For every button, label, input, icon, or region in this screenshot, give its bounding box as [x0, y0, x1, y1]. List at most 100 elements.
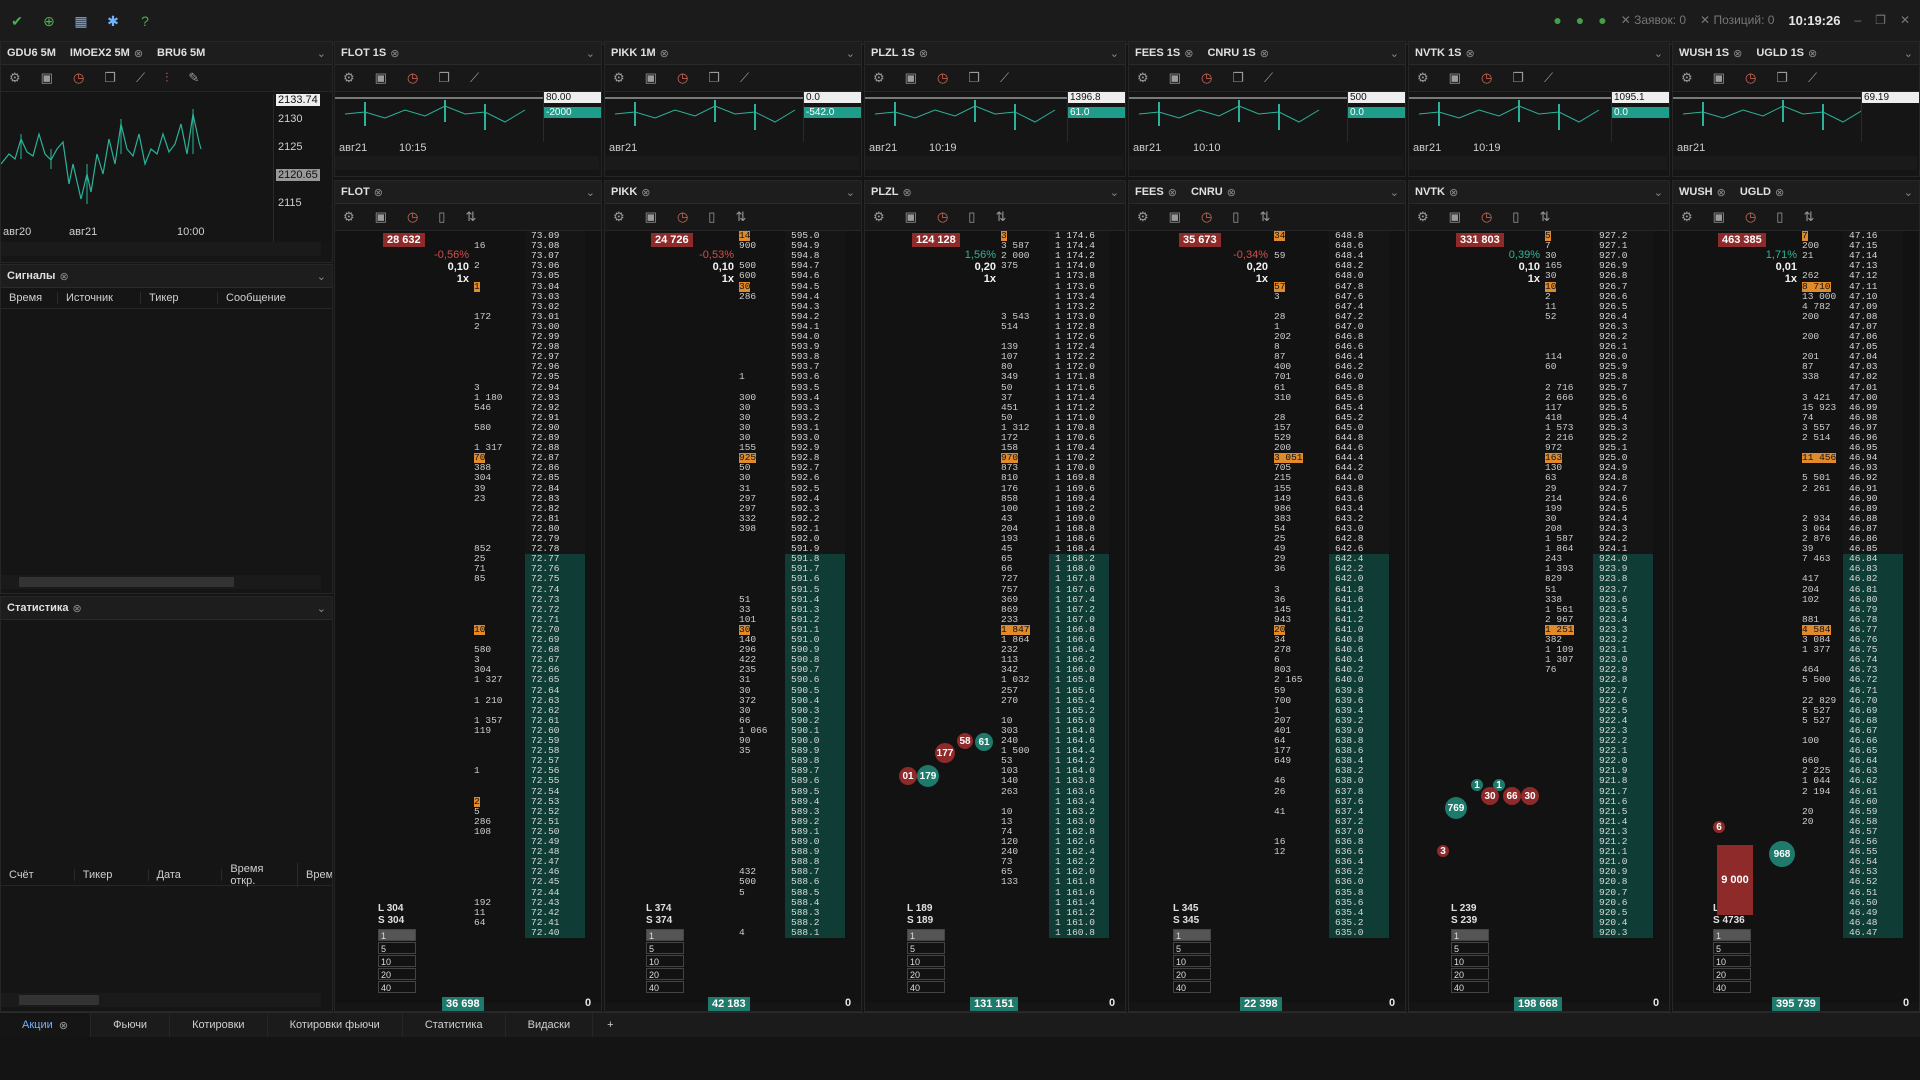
- briefcase-icon[interactable]: ▣: [645, 209, 657, 225]
- close-tab-icon[interactable]: ⊗: [1449, 186, 1458, 199]
- chevron-down-icon[interactable]: ⌄: [1654, 47, 1663, 60]
- ladder[interactable]: 927.2 927.1 927.0 926.9 926.8 926.7 926.6 926.5…: [1409, 231, 1669, 1003]
- price-level[interactable]: 635.0: [1335, 927, 1364, 938]
- price-level[interactable]: 646.0: [1335, 372, 1364, 382]
- ladder[interactable]: 1 174.6 1 174.4 1 174.2 1 174.0 1 173.8 1 173…: [865, 231, 1125, 1003]
- price-level[interactable]: 72.85: [531, 473, 560, 483]
- ladder[interactable]: 73.09 73.08 73.07 73.06 73.05 73.04 73.03 73.02…: [335, 231, 601, 1003]
- restore-icon[interactable]: ❐: [1875, 13, 1886, 27]
- tab-futures-quotes[interactable]: Котировки фьючи: [268, 1013, 403, 1037]
- size-option[interactable]: 10: [907, 955, 945, 967]
- copy-icon[interactable]: ❐: [1512, 70, 1524, 86]
- line-tool-icon[interactable]: ⟋: [136, 70, 145, 86]
- price-level[interactable]: 47.12: [1849, 271, 1878, 281]
- price-level[interactable]: 591.6: [791, 574, 820, 584]
- chevron-down-icon[interactable]: ⌄: [846, 47, 855, 60]
- briefcase-icon[interactable]: ▣: [905, 209, 917, 225]
- size-option[interactable]: 20: [646, 968, 684, 980]
- size-option[interactable]: 10: [1713, 955, 1751, 967]
- price-level[interactable]: 47.02: [1849, 372, 1878, 382]
- price-level[interactable]: 1 171.8: [1055, 372, 1095, 382]
- line-tool-icon[interactable]: ⟋: [740, 70, 749, 86]
- price-level[interactable]: 1 160.8: [1055, 927, 1095, 938]
- settings-icon[interactable]: ⚙: [9, 70, 21, 86]
- size-option[interactable]: 40: [646, 981, 684, 993]
- copy-icon[interactable]: ❐: [1776, 70, 1788, 86]
- clock-icon[interactable]: ◷: [1201, 70, 1212, 86]
- document-icon[interactable]: ▯: [708, 209, 715, 225]
- size-option[interactable]: 20: [907, 968, 945, 980]
- settings-icon[interactable]: ⚙: [343, 70, 355, 86]
- book-tab[interactable]: PIKK: [611, 186, 637, 198]
- clock-icon[interactable]: ◷: [407, 209, 418, 225]
- price-level[interactable]: 590.6: [791, 675, 820, 685]
- scrollbar[interactable]: [1409, 156, 1667, 170]
- size-option[interactable]: 40: [1173, 981, 1211, 993]
- ladder[interactable]: 595.0 594.9 594.8 594.7 594.6 594.5 594.4 594.3…: [605, 231, 861, 1003]
- gear-icon[interactable]: ✱: [104, 12, 122, 30]
- size-option[interactable]: 1: [1173, 929, 1211, 941]
- clock-icon[interactable]: ◷: [73, 70, 84, 86]
- clock-icon[interactable]: ◷: [677, 209, 688, 225]
- close-tab-icon[interactable]: ⊗: [1775, 186, 1784, 199]
- scrollbar[interactable]: [1, 242, 321, 256]
- close-tab-icon[interactable]: ⊗: [73, 602, 82, 615]
- chart-tab[interactable]: IMOEX2 5M: [70, 47, 130, 59]
- size-selector[interactable]: 1 5 10 20 40: [1713, 929, 1751, 994]
- size-option[interactable]: 20: [1173, 968, 1211, 980]
- book-tab[interactable]: CNRU: [1191, 186, 1223, 198]
- pen-icon[interactable]: ✎: [188, 70, 199, 86]
- price-level[interactable]: 1 161.8: [1055, 877, 1095, 887]
- document-icon[interactable]: ▯: [968, 209, 975, 225]
- price-level[interactable]: 638.0: [1335, 776, 1364, 786]
- size-option[interactable]: 40: [378, 981, 416, 993]
- close-tab-icon[interactable]: ⊗: [1733, 47, 1742, 60]
- mini-chart[interactable]: [335, 92, 543, 142]
- scrollbar[interactable]: [605, 156, 859, 170]
- indicator-icon[interactable]: ⫶: [165, 70, 168, 86]
- ladder[interactable]: 47.16 47.15 47.14 47.13 47.12 47.11 47.10 47.09…: [1673, 231, 1919, 1003]
- column-header[interactable]: Источник: [58, 292, 141, 304]
- price-level[interactable]: 636.0: [1335, 877, 1364, 887]
- add-icon[interactable]: ⊕: [40, 12, 58, 30]
- copy-icon[interactable]: ❐: [708, 70, 720, 86]
- price-level[interactable]: 588.6: [791, 877, 820, 887]
- size-option[interactable]: 1: [378, 929, 416, 941]
- size-option[interactable]: 1: [1451, 929, 1489, 941]
- line-tool-icon[interactable]: ⟋: [1000, 70, 1009, 86]
- price-level[interactable]: 1 167.8: [1055, 574, 1095, 584]
- column-header[interactable]: Тикер: [141, 292, 218, 304]
- clock-icon[interactable]: ◷: [1481, 209, 1492, 225]
- clock-icon[interactable]: ◷: [1201, 209, 1212, 225]
- size-option[interactable]: 5: [378, 942, 416, 954]
- orders-count[interactable]: ✕ Заявок: 0: [1621, 13, 1686, 27]
- chart-tab[interactable]: WUSH 1S: [1679, 47, 1729, 59]
- chevron-down-icon[interactable]: ⌄: [586, 47, 595, 60]
- size-option[interactable]: 5: [646, 942, 684, 954]
- chart-tab[interactable]: BRU6 5M: [157, 47, 205, 59]
- sort-icon[interactable]: ⇅: [1539, 209, 1550, 225]
- price-level[interactable]: 73.05: [531, 271, 560, 281]
- size-option[interactable]: 1: [1713, 929, 1751, 941]
- size-option[interactable]: 40: [1713, 981, 1751, 993]
- size-option[interactable]: 20: [1713, 968, 1751, 980]
- add-tab-button[interactable]: +: [593, 1019, 627, 1031]
- mini-chart[interactable]: [865, 92, 1067, 142]
- briefcase-icon[interactable]: ▣: [1713, 209, 1725, 225]
- size-option[interactable]: 20: [378, 968, 416, 980]
- tab-stocks[interactable]: Акции ⊗: [0, 1013, 92, 1037]
- help-icon[interactable]: ?: [136, 12, 154, 30]
- scrollbar[interactable]: [1, 993, 321, 1007]
- price-level[interactable]: 46.82: [1849, 574, 1878, 584]
- scrollbar[interactable]: [1673, 156, 1917, 170]
- column-header[interactable]: Врем: [298, 869, 332, 881]
- line-tool-icon[interactable]: ⟋: [470, 70, 479, 86]
- size-option[interactable]: 5: [1173, 942, 1211, 954]
- chevron-down-icon[interactable]: ⌄: [1110, 47, 1119, 60]
- briefcase-icon[interactable]: ▣: [1713, 70, 1725, 86]
- column-header[interactable]: Тикер: [75, 869, 149, 881]
- chart-tab[interactable]: UGLD 1S: [1756, 47, 1804, 59]
- briefcase-icon[interactable]: ▣: [1449, 209, 1461, 225]
- close-tab-icon[interactable]: ⊗: [1168, 186, 1177, 199]
- price-level[interactable]: 72.40: [531, 927, 560, 938]
